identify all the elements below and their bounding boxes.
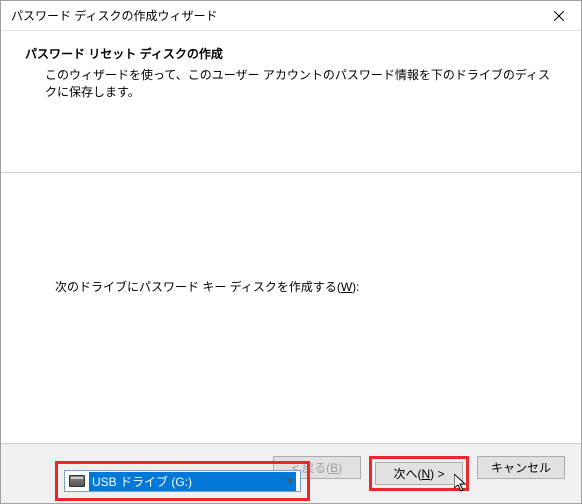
next-highlight-box: 次へ(N) >: [369, 456, 469, 491]
drive-icon: [69, 475, 85, 487]
dropdown-highlight-box: USB ドライブ (G:): [55, 461, 310, 501]
wizard-window: パスワード ディスクの作成ウィザード パスワード リセット ディスクの作成 この…: [0, 0, 582, 504]
window-title: パスワード ディスクの作成ウィザード: [11, 7, 218, 24]
titlebar: パスワード ディスクの作成ウィザード: [1, 1, 581, 31]
next-button[interactable]: 次へ(N) >: [375, 462, 463, 485]
wizard-header: パスワード リセット ディスクの作成 このウィザードを使って、このユーザー アカ…: [1, 31, 581, 110]
chevron-down-icon: [286, 479, 294, 483]
drive-prompt: 次のドライブにパスワード キー ディスクを作成する(W):: [55, 278, 360, 295]
wizard-content: 次のドライブにパスワード キー ディスクを作成する(W): USB ドライブ (…: [1, 173, 581, 443]
drive-select[interactable]: USB ドライブ (G:): [64, 470, 301, 492]
close-icon: [554, 11, 564, 21]
cancel-button[interactable]: キャンセル: [477, 456, 565, 479]
drive-selected-value: USB ドライブ (G:): [89, 472, 296, 491]
header-description: このウィザードを使って、このユーザー アカウントのパスワード情報を下のドライブの…: [25, 66, 557, 100]
close-button[interactable]: [536, 1, 581, 30]
header-title: パスワード リセット ディスクの作成: [25, 45, 557, 62]
